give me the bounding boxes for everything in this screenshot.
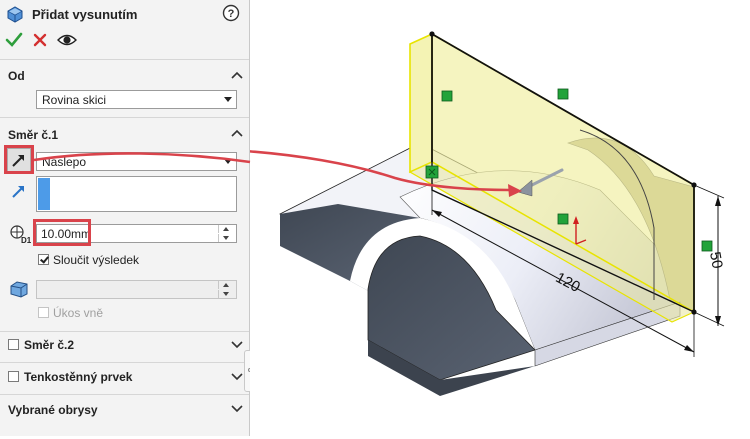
relation-marker (701, 240, 713, 252)
sketch-vertex (429, 31, 435, 37)
relation-marker (441, 90, 453, 102)
relation-marker (557, 88, 569, 100)
dimension-50-text: 50 (706, 251, 726, 270)
graphics-area[interactable]: 120 50 (33, 0, 750, 436)
relation-marker (557, 213, 569, 225)
callout-arrow-overlay (33, 152, 251, 164)
sketch-preview-side (409, 32, 433, 174)
model-view-svg: 120 50 (33, 31, 726, 396)
